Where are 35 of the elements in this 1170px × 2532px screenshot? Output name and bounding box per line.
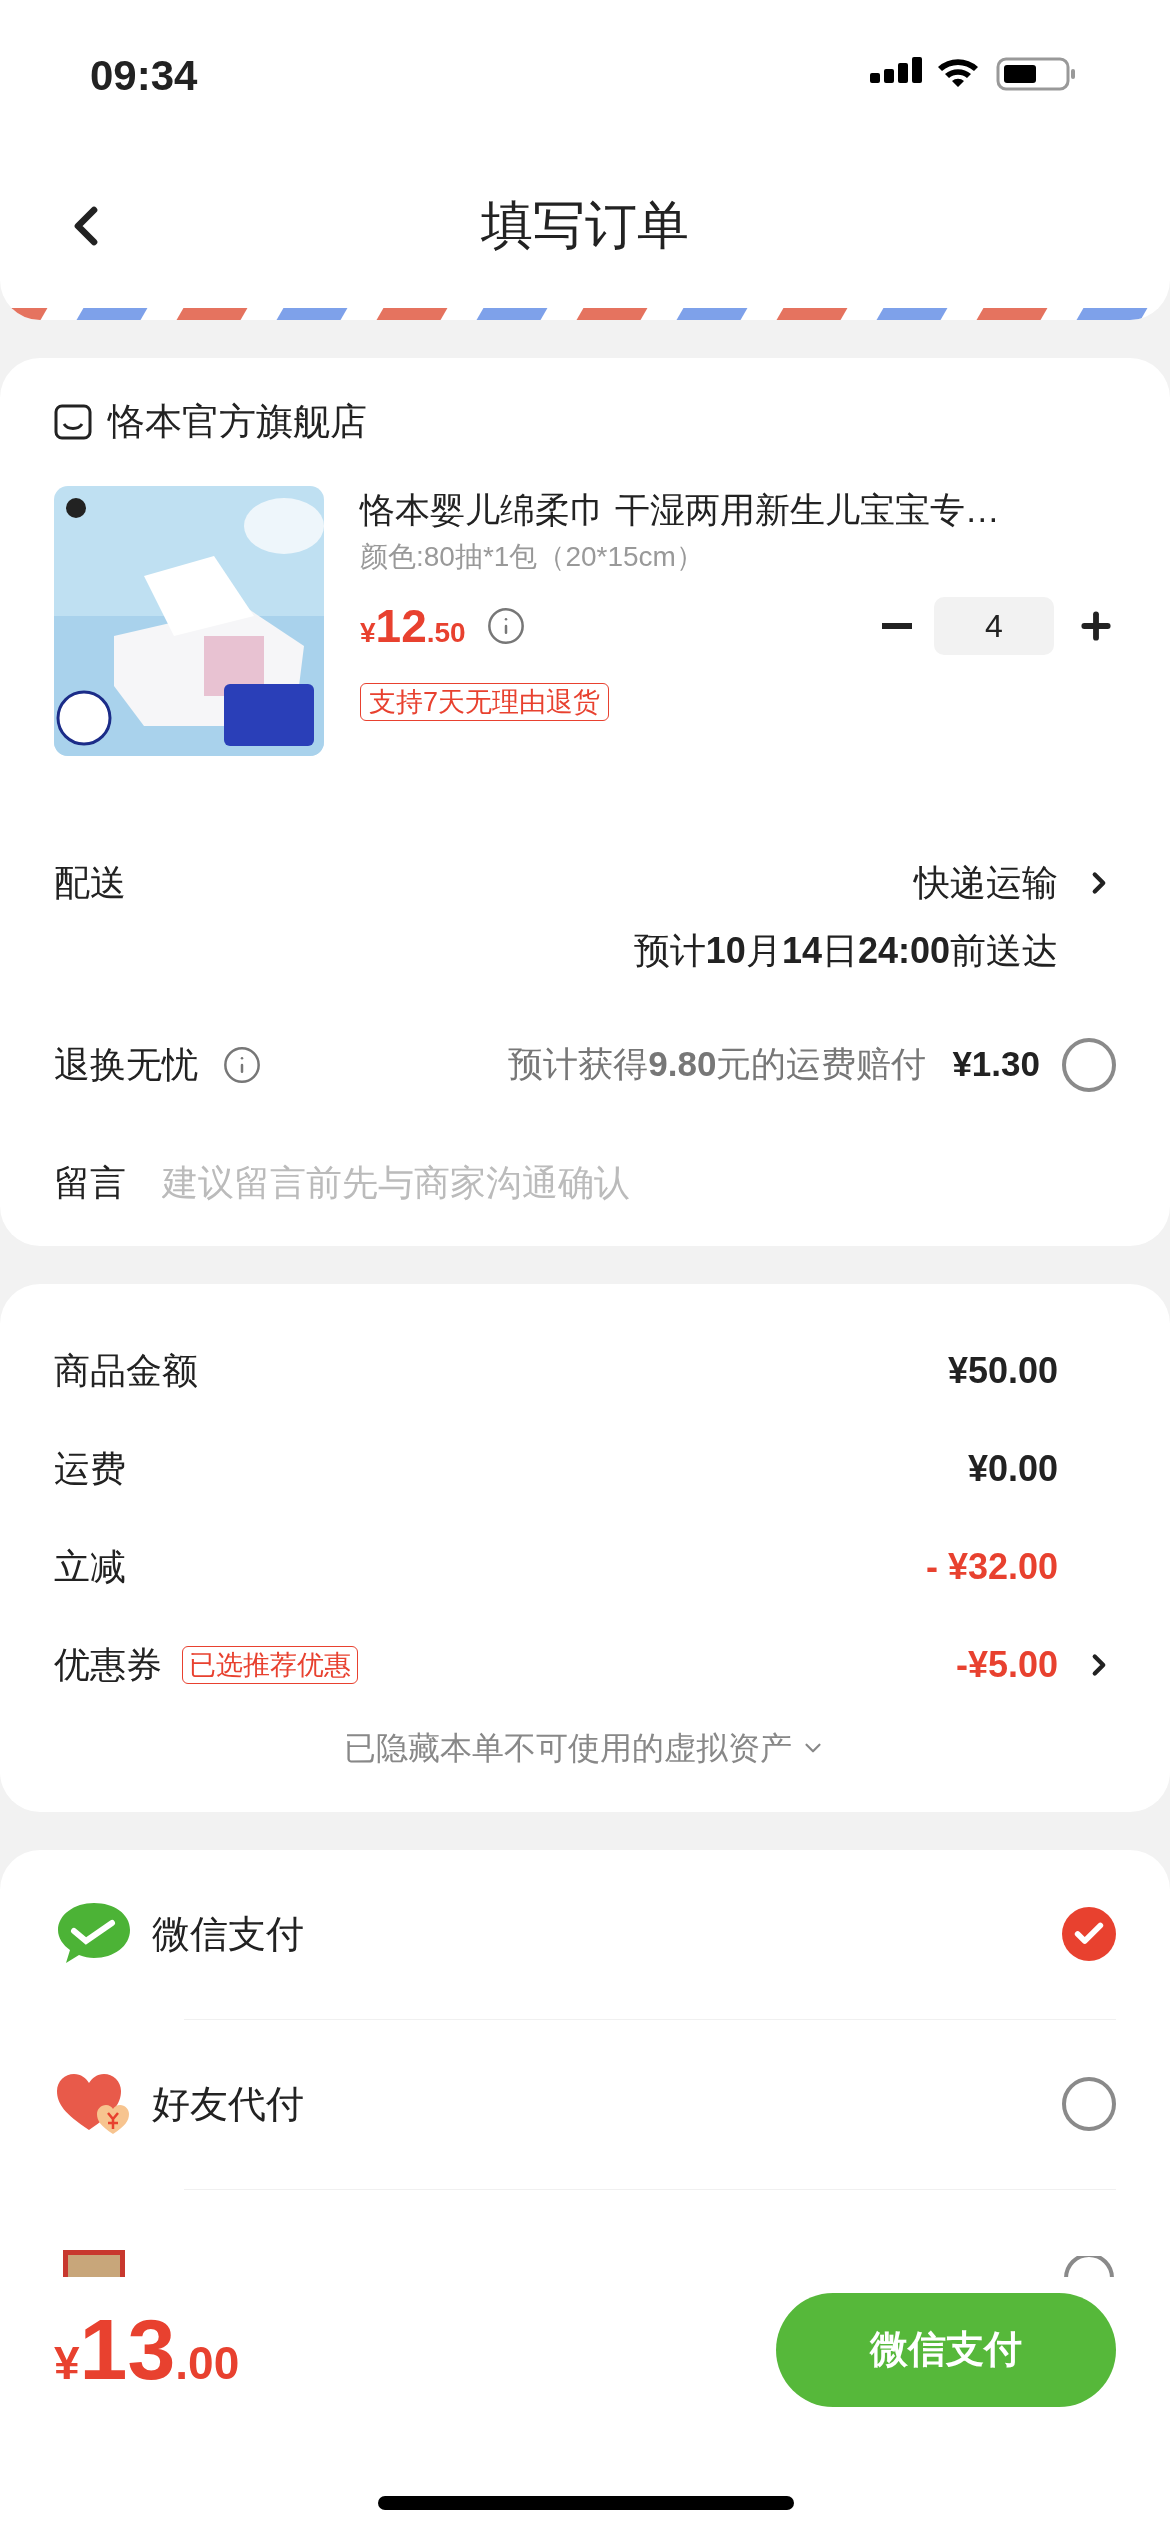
product-title: 恪本婴儿绵柔巾 干湿两用新生儿宝宝专… [360, 488, 1001, 531]
insurance-note: 预计获得9.80元的运费赔付 [508, 1043, 927, 1086]
payment-method-label[interactable]: 好友代付 [152, 2075, 304, 2133]
quantity-field[interactable]: 4 [934, 597, 1054, 655]
info-icon[interactable] [485, 606, 526, 646]
message-label: 留言 [54, 1160, 126, 1205]
selected-radio[interactable] [1062, 1907, 1116, 1961]
coupon-tag: 已选推荐优惠 [182, 1645, 358, 1684]
status-time: 09:34 [90, 50, 198, 101]
radio-button[interactable] [1062, 2255, 1116, 2278]
insurance-label: 退换无忧 [54, 1042, 198, 1087]
summary-value: -¥5.00 [955, 1642, 1058, 1687]
summary-label: 优惠券 [54, 1642, 162, 1687]
summary-label: 运费 [54, 1446, 126, 1491]
hidden-assets-note[interactable]: 已隐藏本单不可使用的虚拟资产 [344, 1723, 792, 1772]
delivery-label: 配送 [54, 860, 126, 905]
summary-label: 商品金额 [54, 1348, 198, 1393]
radio-button[interactable] [1062, 2077, 1116, 2131]
payment-method-label[interactable]: 微信支付 [152, 1905, 304, 1963]
total-price: ¥13.00 [54, 2300, 240, 2399]
return-policy-tag: 支持7天无理由退货 [360, 682, 610, 721]
radio-button[interactable] [1062, 1037, 1116, 1092]
minus-icon [882, 623, 912, 629]
product-spec: 颜色:80抽*1包（20*15cm） [360, 539, 705, 574]
info-icon[interactable] [222, 1044, 262, 1085]
page-title: 填写订单 [481, 195, 689, 256]
delivery-method-link[interactable]: 快递运输 [914, 855, 1116, 910]
unit-price: ¥12.50 [360, 598, 466, 654]
summary-label: 立减 [54, 1544, 126, 1589]
store-name[interactable]: 恪本官方旗舰店 [108, 394, 367, 450]
summary-value: - ¥32.00 [925, 1544, 1058, 1589]
summary-value: ¥0.00 [967, 1446, 1058, 1491]
summary-value: ¥50.00 [947, 1348, 1058, 1393]
store-icon [54, 403, 92, 440]
insurance-price: ¥1.30 [952, 1043, 1040, 1086]
